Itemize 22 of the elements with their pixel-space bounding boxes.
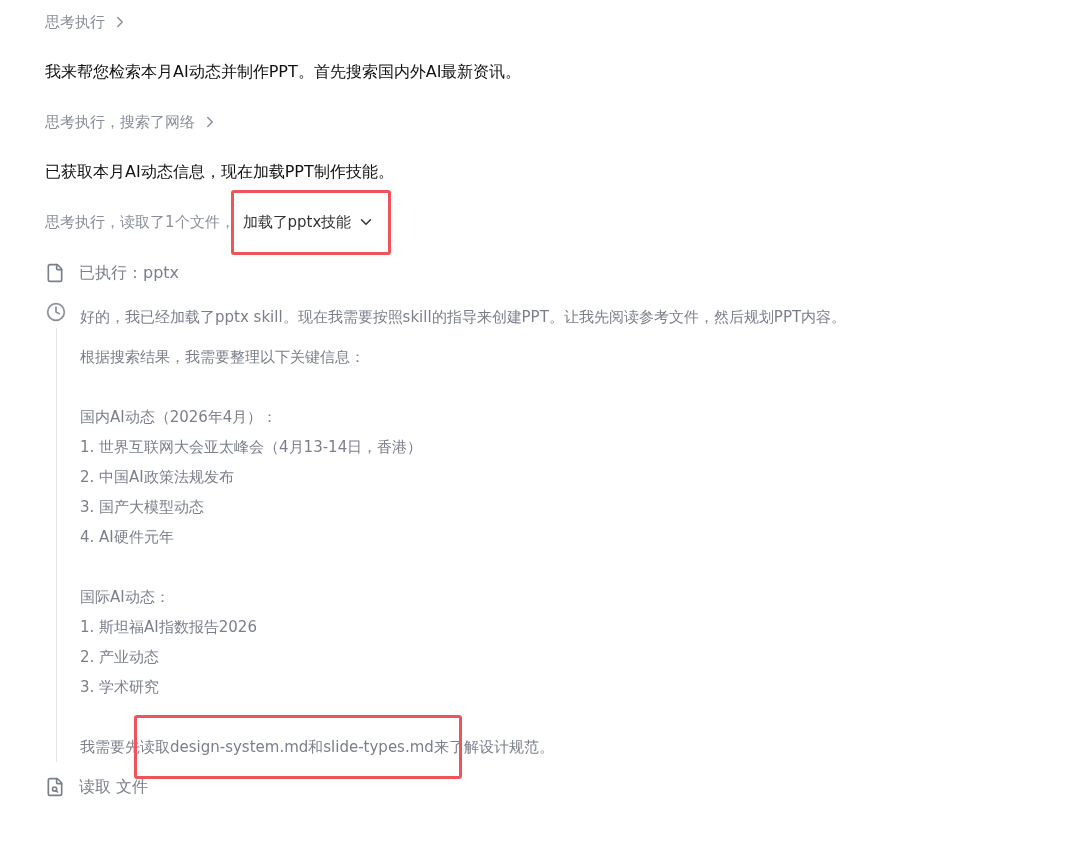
thought-text: 国际AI动态： bbox=[80, 587, 171, 608]
thought-text: 2. 中国AI政策法规发布 bbox=[80, 467, 235, 488]
thought-text: 根据搜索结果，我需要整理以下关键信息： bbox=[80, 347, 366, 368]
assistant-message: 我来帮您检索本月AI动态并制作PPT。首先搜索国内外AI最新资讯。 bbox=[45, 61, 523, 83]
thought-text: 3. 学术研究 bbox=[80, 677, 161, 698]
step-summary: 思考执行，搜索了网络 bbox=[45, 112, 195, 132]
thought-text: 4. AI硬件元年 bbox=[80, 527, 175, 548]
assistant-message: 已获取本月AI动态信息，现在加载PPT制作技能。 bbox=[45, 161, 395, 183]
file-icon bbox=[45, 263, 65, 283]
thought-text: 3. 国产大模型动态 bbox=[80, 497, 206, 518]
thought-text: 好的，我已经加载了pptx skill。现在我需要按照skill的指导来创建PPT。让我先阅读参考文件，然后规划PPT内容。 bbox=[80, 307, 847, 328]
action-label: 已执行：pptx bbox=[79, 262, 180, 284]
clock-icon bbox=[46, 302, 66, 322]
thought-text: 1. 斯坦福AI指数报告2026 bbox=[80, 617, 258, 638]
thought-text: 2. 产业动态 bbox=[80, 647, 161, 668]
skill-toggle[interactable]: 加载了pptx技能 bbox=[242, 212, 376, 232]
thought-text: 1. 世界互联网大会亚太峰会（4月13-14日，香港） bbox=[80, 437, 424, 458]
file-search-icon bbox=[45, 777, 65, 797]
step-summary: 思考执行，读取了1个文件， bbox=[45, 212, 235, 232]
action-label: 读取 文件 bbox=[79, 776, 149, 798]
step-summary: 思考执行 bbox=[45, 12, 105, 32]
thought-text: 国内AI动态（2026年4月）： bbox=[80, 407, 279, 428]
